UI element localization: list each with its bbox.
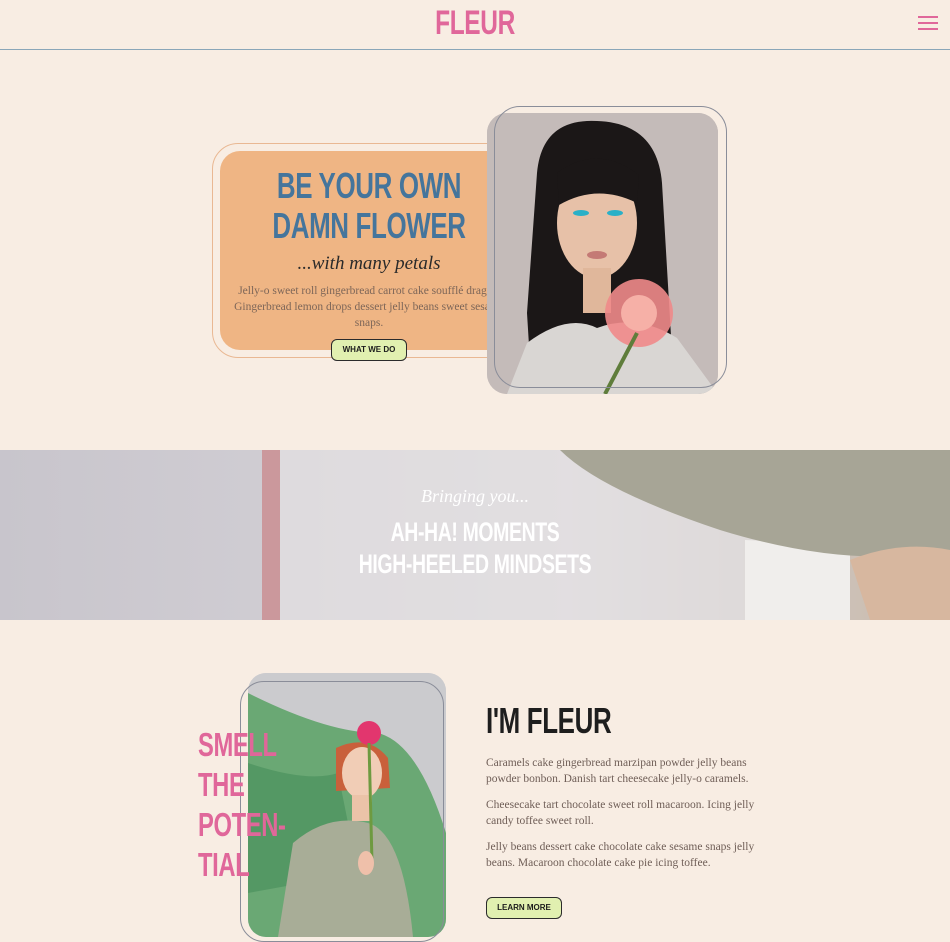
side-word-1: SMELL: [198, 726, 277, 763]
side-word-4: TIAL: [198, 846, 250, 883]
banner-subtitle: Bringing you...: [421, 486, 529, 506]
banner-line1: AH-HA! MOMENTS: [390, 517, 560, 547]
site-header: FLEUR: [0, 0, 950, 50]
site-logo[interactable]: FLEUR: [133, 4, 817, 43]
hamburger-menu-icon[interactable]: [918, 16, 938, 30]
side-word-3: POTEN-: [198, 806, 286, 843]
banner-line2: HIGH-HEELED MINDSETS: [358, 549, 592, 579]
what-we-do-button[interactable]: WHAT WE DO: [331, 339, 407, 361]
banner-title: AH-HA! MOMENTS HIGH-HEELED MINDSETS: [133, 516, 817, 580]
about-paragraph-2: Cheesecake tart chocolate sweet roll mac…: [486, 799, 755, 827]
hero-body-text: Jelly-o sweet roll gingerbread carrot ca…: [234, 285, 504, 329]
hero-photo-outline: [494, 106, 727, 388]
learn-more-button[interactable]: LEARN MORE: [486, 897, 562, 919]
hero-title: BE YOUR OWN DAMN FLOWER: [262, 166, 477, 246]
hero-subtitle: ...with many petals: [297, 253, 441, 274]
side-word-2: THE: [198, 766, 245, 803]
hero-title-line2: DAMN FLOWER: [272, 205, 466, 246]
about-paragraph-3: Jelly beans dessert cake chocolate cake …: [486, 841, 755, 869]
hero-title-line1: BE YOUR OWN: [276, 165, 462, 206]
about-title: I'M FLEUR: [486, 700, 612, 741]
about-paragraph-1: Caramels cake gingerbread marzipan powde…: [486, 757, 749, 785]
